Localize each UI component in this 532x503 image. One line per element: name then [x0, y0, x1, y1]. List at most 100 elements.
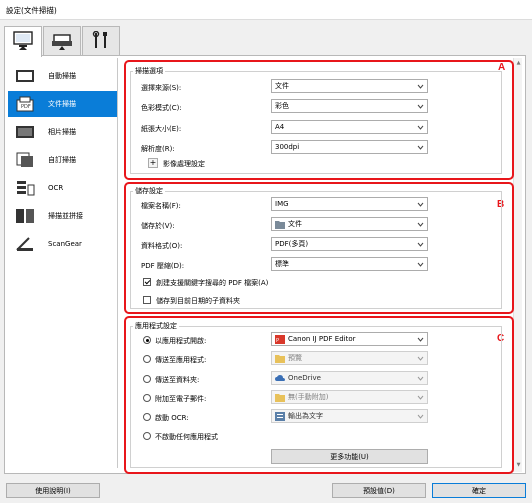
- pdf-compression-value: 標準: [275, 260, 289, 268]
- sidebar-item-document-scan[interactable]: PDF 文件掃描: [8, 91, 117, 117]
- folder-icon: [275, 393, 285, 402]
- tab-scan-from-operation-panel[interactable]: [43, 26, 81, 56]
- open-with-app-label[interactable]: 以應用程式開啟:: [155, 336, 206, 346]
- scan-from-operation-panel-icon: [51, 31, 73, 53]
- paper-size-dropdown[interactable]: A4: [271, 120, 428, 134]
- sidebar-item-custom-scan[interactable]: 自訂掃描: [8, 147, 117, 173]
- save-in-label: 儲存於(V):: [141, 222, 175, 230]
- tab-general-settings[interactable]: [82, 26, 120, 56]
- chevron-down-icon: [417, 202, 424, 207]
- ok-button[interactable]: 確定: [432, 483, 526, 498]
- sidebar-item-auto-scan[interactable]: 自動掃描: [8, 63, 117, 89]
- send-to-folder-radio[interactable]: [143, 375, 151, 383]
- searchable-pdf-label[interactable]: 創建支援關鍵字搜尋的 PDF 檔案(A): [156, 278, 268, 288]
- data-format-value: PDF(多頁): [275, 240, 309, 248]
- chevron-down-icon: [417, 395, 424, 400]
- sidebar-item-label: 相片掃描: [48, 128, 76, 136]
- chevron-down-icon: [417, 242, 424, 247]
- chevron-down-icon: [417, 84, 424, 89]
- sidebar-item-label: ScanGear: [48, 240, 82, 248]
- scan-and-stitch-icon: [14, 207, 36, 225]
- image-processing-label[interactable]: 影像處理設定: [163, 159, 205, 169]
- document-scan-icon: PDF: [14, 95, 36, 113]
- scan-mode-sidebar: 自動掃描 PDF 文件掃描 相片掃描 自訂掃描 OCR 掃描並拼接 ScanGe…: [6, 58, 118, 468]
- start-ocr-radio[interactable]: [143, 413, 151, 421]
- paper-size-label: 紙張大小(E):: [141, 125, 182, 133]
- sidebar-item-label: OCR: [48, 184, 64, 192]
- defaults-button[interactable]: 預設值(D): [332, 483, 426, 498]
- cloud-icon: [275, 374, 285, 383]
- window-title: 設定(文件掃描): [6, 6, 57, 15]
- chevron-down-icon: [417, 104, 424, 109]
- start-ocr-label[interactable]: 啟動 OCR:: [155, 413, 189, 423]
- date-subfolder-checkbox[interactable]: [143, 296, 151, 304]
- chevron-down-icon: [417, 414, 424, 419]
- sidebar-item-label: 自訂掃描: [48, 156, 76, 164]
- send-to-folder-value: OneDrive: [288, 374, 321, 382]
- tab-scan-from-computer[interactable]: [4, 26, 42, 57]
- select-source-label: 選擇來源(S):: [141, 84, 182, 92]
- help-button-label: 使用說明(I): [35, 486, 71, 495]
- save-settings-title: 儲存設定: [133, 186, 165, 196]
- sidebar-item-label: 掃描並拼接: [48, 212, 83, 220]
- attach-email-value: 無(手動附加): [288, 393, 329, 401]
- open-with-app-radio[interactable]: [143, 336, 151, 344]
- resolution-dropdown[interactable]: 300dpi: [271, 140, 428, 154]
- paper-size-value: A4: [275, 123, 285, 131]
- start-ocr-value: 輸出為文字: [288, 412, 323, 420]
- send-to-app-radio[interactable]: [143, 355, 151, 363]
- chevron-down-icon: [417, 145, 424, 150]
- folder-icon: [275, 354, 285, 363]
- chevron-down-icon: [417, 262, 424, 267]
- scan-options-title: 掃描選項: [133, 66, 165, 76]
- defaults-button-label: 預設值(D): [363, 486, 395, 495]
- attach-email-label[interactable]: 附加至電子郵件:: [155, 394, 206, 404]
- open-with-app-dropdown[interactable]: P Canon IJ PDF Editor: [271, 332, 428, 346]
- color-mode-value: 彩色: [275, 102, 289, 110]
- more-functions-button[interactable]: 更多功能(U): [271, 449, 428, 464]
- sidebar-item-photo-scan[interactable]: 相片掃描: [8, 119, 117, 145]
- general-settings-icon: [90, 30, 112, 53]
- scroll-up-icon[interactable]: ▲: [515, 60, 522, 68]
- sidebar-item-scan-and-stitch[interactable]: 掃描並拼接: [8, 203, 117, 229]
- svg-text:PDF: PDF: [21, 104, 31, 110]
- file-name-dropdown[interactable]: IMG: [271, 197, 428, 211]
- expand-image-processing-button[interactable]: +: [148, 158, 158, 168]
- send-to-app-dropdown[interactable]: 預覽: [271, 351, 428, 365]
- chevron-down-icon: [417, 222, 424, 227]
- send-to-folder-dropdown[interactable]: OneDrive: [271, 371, 428, 385]
- save-in-dropdown[interactable]: 文件: [271, 217, 428, 231]
- ok-button-label: 確定: [472, 486, 486, 495]
- svg-text:P: P: [276, 338, 279, 344]
- open-with-app-value: Canon IJ PDF Editor: [288, 335, 356, 343]
- select-source-dropdown[interactable]: 文件: [271, 79, 428, 93]
- pdf-compression-dropdown[interactable]: 標準: [271, 257, 428, 271]
- sidebar-item-scangear[interactable]: ScanGear: [8, 231, 117, 257]
- start-ocr-dropdown[interactable]: 輸出為文字: [271, 409, 428, 423]
- sidebar-item-label: 文件掃描: [48, 100, 76, 108]
- sidebar-item-label: 自動掃描: [48, 72, 76, 80]
- date-subfolder-label[interactable]: 儲存到目前日期的子資料夾: [156, 296, 240, 306]
- application-settings-title: 應用程式設定: [133, 321, 179, 331]
- window-title-bar: 設定(文件掃描): [0, 0, 532, 20]
- more-functions-label: 更多功能(U): [330, 452, 369, 461]
- data-format-label: 資料格式(O):: [141, 242, 183, 250]
- searchable-pdf-checkbox[interactable]: [143, 278, 151, 286]
- no-app-label[interactable]: 不啟動任何應用程式: [155, 432, 218, 442]
- no-app-radio[interactable]: [143, 432, 151, 440]
- sidebar-item-ocr[interactable]: OCR: [8, 175, 117, 201]
- help-button[interactable]: 使用說明(I): [6, 483, 100, 498]
- chevron-down-icon: [417, 376, 424, 381]
- scroll-down-icon[interactable]: ▼: [515, 462, 522, 470]
- chevron-down-icon: [417, 337, 424, 342]
- content-scrollbar[interactable]: ▲ ▼: [513, 58, 522, 472]
- pdf-editor-icon: P: [275, 334, 285, 344]
- ocr-icon: [14, 179, 36, 197]
- attach-email-dropdown[interactable]: 無(手動附加): [271, 390, 428, 404]
- attach-email-radio[interactable]: [143, 394, 151, 402]
- send-to-folder-label[interactable]: 傳送至資料夾:: [155, 375, 199, 385]
- data-format-dropdown[interactable]: PDF(多頁): [271, 237, 428, 251]
- send-to-app-label[interactable]: 傳送至應用程式:: [155, 355, 206, 365]
- color-mode-label: 色彩模式(C):: [141, 104, 182, 112]
- color-mode-dropdown[interactable]: 彩色: [271, 99, 428, 113]
